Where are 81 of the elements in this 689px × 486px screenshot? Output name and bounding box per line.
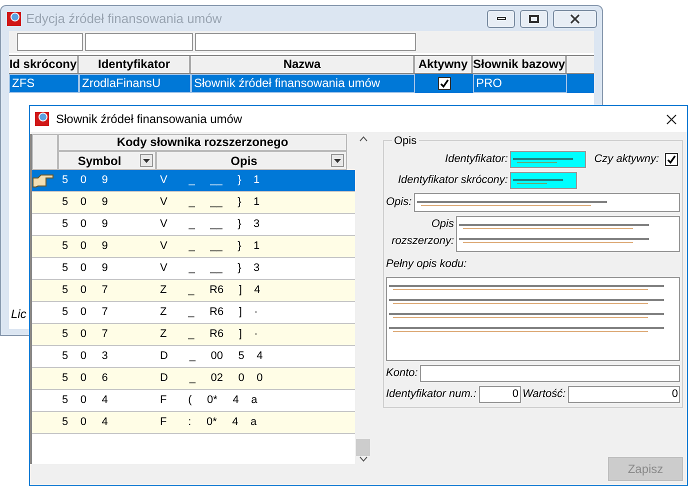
grid-cell-text: 5 0 9 [61,173,109,188]
filter-field[interactable] [85,33,193,51]
dialog-title: Słownik źródeł finansowania umów [56,111,242,128]
pointing-hand-icon [32,174,56,188]
grid-cell-text: V _ __ } 1 [159,195,261,210]
table-cell: ZFS [9,74,79,93]
table-cell: PRO [473,74,567,93]
field-label: Opis: [386,195,412,210]
field-label: Opis [431,217,454,232]
app-icon [6,10,22,26]
field-label: Pełny opis kodu: [386,257,468,272]
column-header[interactable]: Nazwa [191,56,415,73]
description-field[interactable] [414,193,680,212]
column-header[interactable]: Opis [156,151,347,170]
checkbox[interactable] [438,77,450,90]
grid-cell-text: 5 0 6 [61,371,109,386]
grid-row[interactable]: 5 0 9 V _ __ } 1 [32,170,356,192]
grid-cell-text: 5 0 7 [61,283,109,298]
grid-cell-text: 5 0 9 [61,239,109,254]
grid-cell-text: 5 0 4 [61,415,109,430]
value-field[interactable]: 0 [568,386,680,402]
close-button[interactable] [553,10,597,28]
field-label: Identyfikator skrócony: [396,173,508,188]
grid-cell-text: Z _ R6 ] · [159,327,259,342]
dropdown-icon[interactable] [140,154,153,167]
column-header[interactable]: Identyfikator [79,56,191,73]
grid-cell-text: D _ 02 0 0 [159,371,264,386]
scroll-thumb[interactable] [356,439,370,456]
grid-cell-text: Z _ R6 ] · [159,305,259,320]
app-icon [34,111,50,127]
grid-cell-text: 5 0 9 [61,217,109,232]
field-label: Konto: [386,366,418,381]
grid-row[interactable]: 5 0 9 V _ __ } 1 [32,192,356,214]
grid-cell-text: 5 0 4 [61,393,109,408]
grid-row[interactable]: 5 0 4 F : 0* 4 a [32,412,356,434]
grid-cell-text: V _ __ } 3 [159,261,261,276]
grid-row[interactable]: 5 0 7 Z _ R6 ] · [32,324,356,346]
table-row[interactable]: ZFS ZrodlaFinansU Słownik źródeł finansowania umów PRO [9,74,594,93]
grid-cell-text: F ( 0* 4 a [159,393,258,408]
column-header[interactable]: Symbol [58,151,156,170]
field-label: Identyfikator num.: [386,386,476,402]
scroll-up-icon[interactable] [358,136,368,142]
footer-label: Lic [10,306,26,323]
grid-cell-text: 5 0 7 [61,327,109,342]
grid-cell-text: 5 0 3 [61,349,109,364]
field-label: Czy aktywny: [594,152,659,168]
field-label: Identyfikator: [444,152,508,168]
grid-cell-text: D _ 00 5 4 [159,349,264,364]
field-label: rozszerzony: [392,234,454,248]
window-title: Edycja źródeł finansowania umów [26,10,222,28]
account-field[interactable] [420,364,680,382]
grid-cell-text: 5 0 9 [61,195,109,210]
short-identifier-field[interactable] [510,172,577,189]
grid-cell-text: 5 0 7 [61,305,109,320]
checkbox[interactable] [665,153,678,166]
column-header[interactable]: Id skrócony [9,56,79,73]
grid-row[interactable]: 5 0 7 Z _ R6 ] 4 [32,280,356,302]
scroll-down-icon[interactable] [358,456,368,462]
maximize-button[interactable] [520,10,548,28]
numeric-identifier-field[interactable]: 0 [478,386,520,402]
grid-cell-text: V _ __ } 1 [159,239,261,254]
grid-cell-text: F : 0* 4 a [159,415,258,430]
grid-cell-text: V _ __ } 1 [159,173,261,188]
field-label: Wartość: [522,386,566,402]
group-title: Opis [392,133,419,150]
full-description-field[interactable] [386,276,680,360]
filter-field[interactable] [17,33,83,51]
identifier-field[interactable] [510,151,586,168]
filter-field[interactable] [195,33,416,51]
table-cell: Słownik źródeł finansowania umów [191,74,415,93]
grid-cell-text: 5 0 9 [61,261,109,276]
minimize-button[interactable] [487,10,515,28]
close-icon [570,14,580,24]
extended-description-field[interactable] [456,216,680,252]
group-header: Kody słownika rozszerzonego [58,134,347,151]
dropdown-icon[interactable] [331,154,344,167]
grid-row[interactable]: 5 0 9 V _ __ } 1 [32,236,356,258]
table-cell: ZrodlaFinansU [79,74,191,93]
grid-cell-text: V _ __ } 3 [159,217,261,232]
grid-cell-text: Z _ R6 ] 4 [159,283,262,298]
grid-row[interactable]: 5 0 6 D _ 02 0 0 [32,368,356,390]
